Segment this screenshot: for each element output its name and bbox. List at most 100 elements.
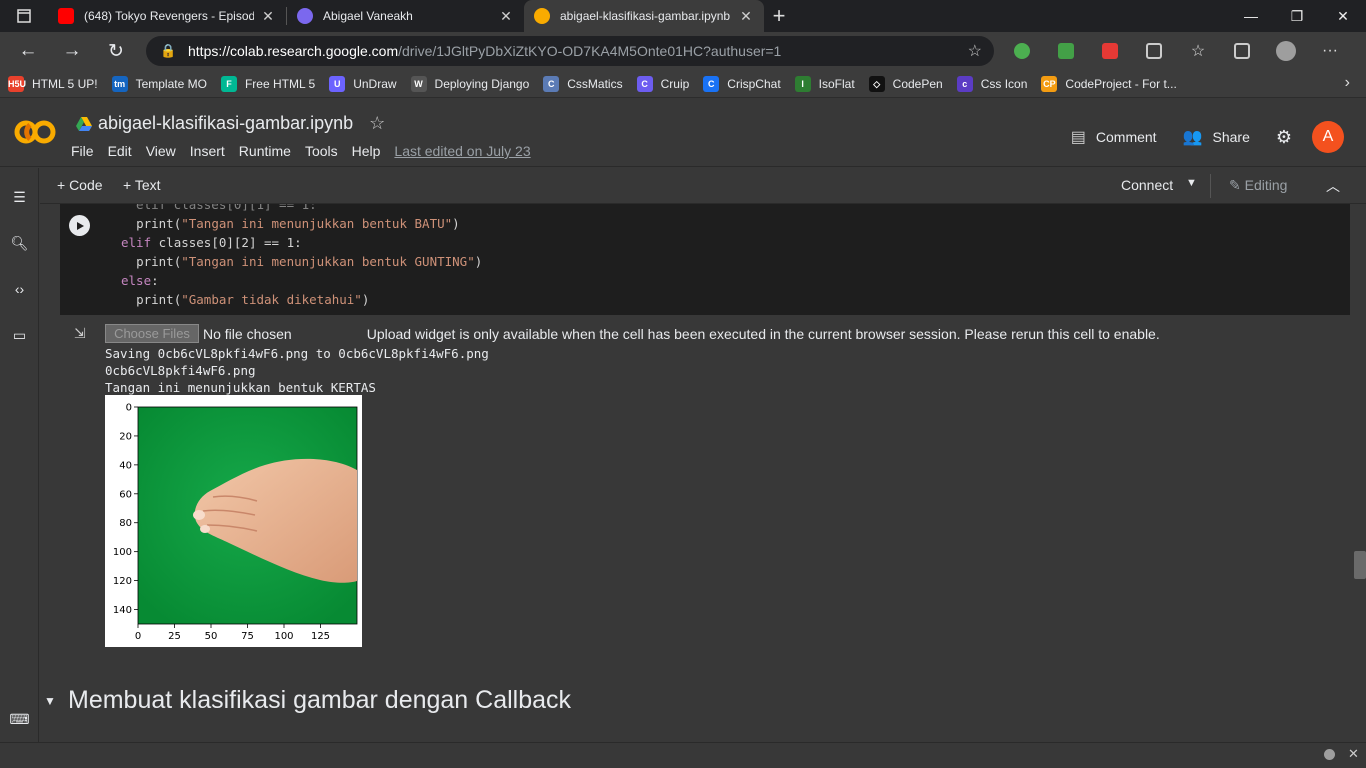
no-file-chosen-label: No file chosen	[203, 325, 292, 342]
browser-tab-abigael[interactable]: Abigael Vaneakh ✕	[287, 0, 524, 32]
code-keyword: else	[121, 273, 152, 288]
menu-view[interactable]: View	[146, 143, 176, 159]
browser-tab-youtube[interactable]: (648) Tokyo Revengers - Episode ✕	[48, 0, 286, 32]
bookmark-item[interactable]: C CssMatics	[543, 75, 623, 92]
bookmark-item[interactable]: c Css Icon	[956, 75, 1027, 92]
bookmark-star-icon[interactable]: ☆	[968, 41, 982, 61]
editing-mode-button[interactable]: ✎ Editing	[1229, 177, 1287, 194]
bookmark-item[interactable]: W Deploying Django	[410, 75, 529, 92]
bookmark-item[interactable]: C CrispChat	[703, 75, 781, 92]
browser-tab-colab[interactable]: abigael-klasifikasi-gambar.ipynb ✕	[524, 0, 764, 32]
forward-arrow-icon[interactable]: →	[50, 32, 94, 70]
notebook-content: elif classes[0][1] == 1: print("Tangan i…	[40, 204, 1352, 742]
colab-logo-icon[interactable]	[14, 119, 56, 145]
google-drive-icon[interactable]	[76, 116, 92, 131]
tab-actions-button[interactable]	[0, 0, 48, 32]
share-button[interactable]: 👥 Share	[1183, 127, 1250, 147]
scrollbar-thumb[interactable]	[1354, 551, 1366, 579]
bookmark-item[interactable]: tm Template MO	[111, 75, 207, 92]
account-avatar[interactable]: A	[1312, 121, 1344, 153]
y-axis-ticks: 0 20 40 60 80 100 120 140	[113, 403, 138, 616]
run-cell-button[interactable]	[69, 215, 90, 236]
star-notebook-icon[interactable]: ☆	[369, 113, 385, 134]
lock-icon[interactable]: 🔒	[160, 43, 176, 59]
comment-icon: ▤	[1070, 129, 1086, 146]
files-folder-icon[interactable]: ▭	[0, 320, 39, 350]
section-collapse-icon[interactable]: ▼	[44, 694, 64, 708]
tab-close-icon[interactable]: ✕	[260, 8, 276, 25]
bookmark-label: CodeProject - For t...	[1065, 76, 1177, 91]
menu-bar: File Edit View Insert Runtime Tools Help…	[71, 143, 545, 159]
new-tab-button[interactable]: +	[764, 0, 794, 32]
play-icon	[77, 221, 84, 230]
last-edited-link[interactable]: Last edited on July 23	[394, 143, 530, 159]
add-code-button[interactable]: + Code	[57, 177, 103, 193]
tab-close-icon[interactable]: ✕	[738, 8, 754, 25]
terminal-icon[interactable]: ⌨	[0, 704, 39, 734]
code-cell[interactable]: elif classes[0][1] == 1: print("Tangan i…	[60, 204, 1350, 315]
youtube-icon	[58, 8, 74, 24]
y-tick-label: 40	[119, 460, 132, 471]
bookmark-item[interactable]: C Cruip	[636, 75, 689, 92]
bookmark-label: UnDraw	[353, 76, 397, 91]
connect-button[interactable]: Connect	[1121, 177, 1173, 193]
templatemo-icon: tm	[111, 75, 128, 92]
bookmark-item[interactable]: I IsoFlat	[794, 75, 855, 92]
image-plot: 0 20 40 60 80 100 120 140 0 25 50 75 100 125	[105, 395, 362, 647]
reload-icon[interactable]: ↻	[94, 32, 138, 70]
clear-output-icon[interactable]: ⇲	[74, 325, 86, 342]
cssicon-icon: c	[956, 75, 973, 92]
add-text-button[interactable]: + Text	[123, 177, 161, 193]
menu-file[interactable]: File	[71, 143, 94, 159]
extension-download-icon[interactable]	[1044, 32, 1088, 70]
minimize-icon[interactable]: —	[1228, 0, 1274, 32]
bookmarks-more-icon[interactable]: ›	[1345, 74, 1350, 92]
collections-icon[interactable]	[1220, 32, 1264, 70]
restore-icon[interactable]: ❐	[1274, 0, 1320, 32]
codepen-icon: ◇	[868, 75, 885, 92]
favorites-icon[interactable]: ☆	[1176, 32, 1220, 70]
code-snippets-icon[interactable]: ‹›	[0, 274, 39, 304]
settings-gear-icon[interactable]: ⚙	[1276, 127, 1292, 148]
table-of-contents-icon[interactable]: ☰	[0, 182, 39, 212]
search-icon[interactable]: 🔍︎	[0, 228, 39, 258]
output-text: Saving 0cb6cVL8pkfi4wF6.png to 0cb6cVL8p…	[105, 345, 489, 396]
bookmark-item[interactable]: CP CodeProject - For t...	[1041, 75, 1177, 92]
address-bar[interactable]: 🔒 https://colab.research.google.com/driv…	[146, 36, 994, 66]
y-tick-label: 100	[113, 547, 132, 558]
extension-red-icon[interactable]	[1088, 32, 1132, 70]
close-window-icon[interactable]: ✕	[1320, 0, 1366, 32]
tab-close-icon[interactable]: ✕	[498, 8, 514, 25]
menu-insert[interactable]: Insert	[190, 143, 225, 159]
menu-tools[interactable]: Tools	[305, 143, 338, 159]
window-controls: — ❐ ✕	[1228, 0, 1366, 32]
browser-menu-icon[interactable]: ···	[1308, 32, 1352, 70]
menu-help[interactable]: Help	[352, 143, 381, 159]
back-arrow-icon[interactable]: ←	[6, 32, 50, 70]
x-tick-label: 125	[311, 631, 330, 642]
notebook-name[interactable]: abigael-klasifikasi-gambar.ipynb	[98, 113, 353, 134]
extension-colorful-icon[interactable]	[1000, 32, 1044, 70]
y-tick-label: 120	[113, 576, 132, 587]
code-text: )	[474, 254, 483, 269]
code-editor[interactable]: elif classes[0][1] == 1: print("Tangan i…	[121, 204, 482, 309]
y-tick-label: 0	[126, 403, 132, 414]
choose-files-button[interactable]: Choose Files	[105, 324, 199, 343]
status-close-icon[interactable]: ✕	[1348, 746, 1359, 762]
code-text: classes[0][2] == 1:	[158, 235, 302, 250]
menu-runtime[interactable]: Runtime	[239, 143, 291, 159]
profile-avatar-icon[interactable]	[1264, 32, 1308, 70]
bookmark-item[interactable]: H5U HTML 5 UP!	[8, 75, 98, 92]
collapse-header-icon[interactable]: ︿	[1326, 176, 1340, 196]
bookmark-item[interactable]: ◇ CodePen	[868, 75, 943, 92]
connect-dropdown-icon[interactable]: ▼	[1186, 177, 1197, 189]
extensions-puzzle-icon[interactable]	[1132, 32, 1176, 70]
bookmark-item[interactable]: U UnDraw	[329, 75, 397, 92]
bookmark-item[interactable]: F Free HTML 5	[220, 75, 315, 92]
y-tick-label: 20	[119, 431, 132, 442]
menu-edit[interactable]: Edit	[108, 143, 132, 159]
code-string: "Tangan ini menunjukkan bentuk BATU"	[181, 216, 453, 231]
comment-button[interactable]: ▤ Comment	[1071, 127, 1157, 147]
browser-tabstrip: (648) Tokyo Revengers - Episode ✕ Abigae…	[0, 0, 1366, 32]
browser-navbar: ← → ↻ 🔒 https://colab.research.google.co…	[0, 32, 1366, 70]
